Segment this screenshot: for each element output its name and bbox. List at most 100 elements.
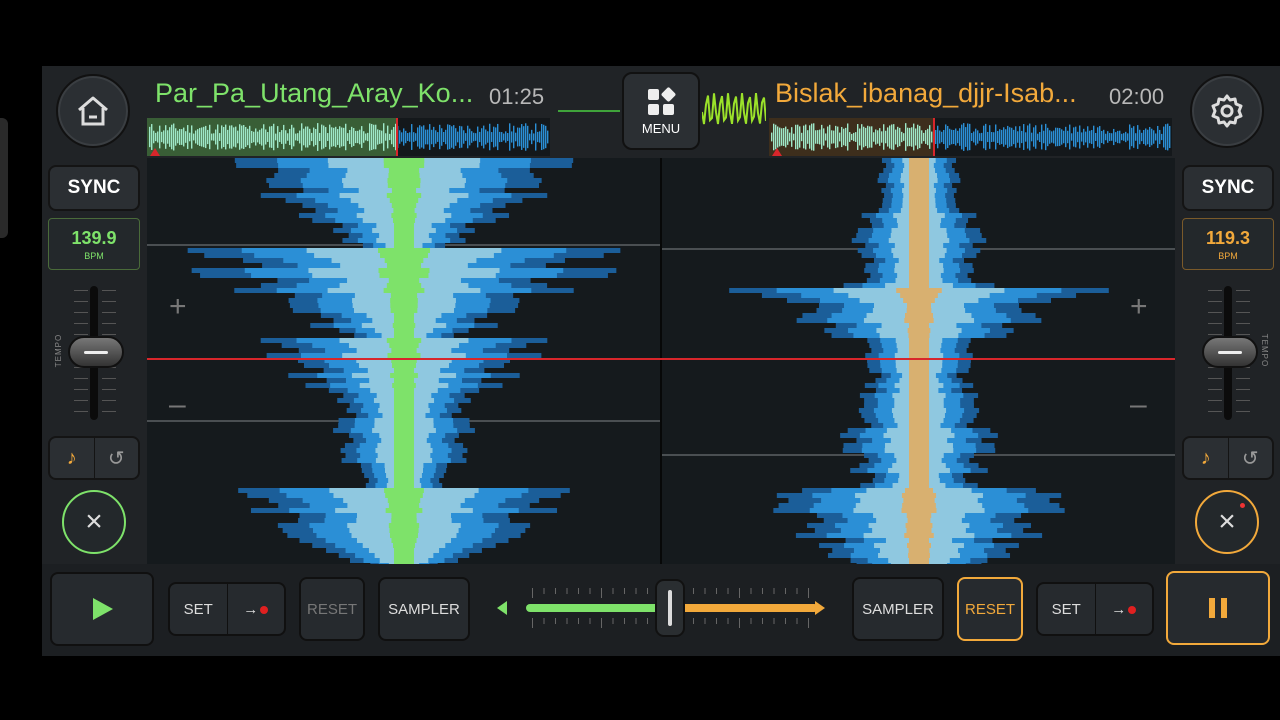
overview-bar [823, 128, 825, 146]
overview-bar [187, 125, 189, 149]
deck-b-zoom-waveform[interactable]: + – [662, 158, 1175, 564]
deck-a-cue-jump-button[interactable]: → [228, 584, 285, 634]
deck-b-pitch-plus[interactable]: + [1130, 290, 1148, 324]
overview-bar [511, 131, 513, 143]
deck-b-tempo-slider[interactable]: TEMPO [1182, 286, 1274, 426]
wave-core [909, 158, 929, 163]
overview-bar [485, 129, 487, 145]
record-arrow-icon: → [1111, 601, 1137, 618]
settings-button[interactable] [1190, 74, 1264, 148]
crossfader-tick [647, 588, 648, 594]
wave-core [387, 498, 421, 503]
deck-a-play-button[interactable] [50, 572, 154, 646]
wave-core [909, 363, 929, 368]
overview-bar [1145, 128, 1147, 146]
deck-b-track-title[interactable]: Bislak_ibanag_djjr-Isab... [775, 78, 1105, 109]
deck-a-tempo-knob[interactable] [68, 336, 124, 368]
deck-a-overview-waveform[interactable] [147, 118, 550, 156]
overview-bar [359, 129, 361, 145]
deck-b-sync-button[interactable]: SYNC [1182, 165, 1274, 211]
overview-bar [1065, 126, 1067, 148]
overview-bar [797, 124, 799, 150]
overview-bar [1169, 125, 1171, 149]
deck-a-sync-button[interactable]: SYNC [48, 165, 140, 211]
wave-core [909, 418, 929, 423]
deck-a-tempo-slider[interactable]: TEMPO [48, 286, 140, 426]
overview-bar [811, 123, 813, 151]
crossfader-tick [693, 618, 694, 624]
overview-bar [537, 131, 539, 143]
deck-a-bpm-display[interactable]: 139.9 BPM [48, 218, 140, 270]
deck-a-sampler-button[interactable]: SAMPLER [378, 577, 470, 641]
deck-a-reset-pitch-button[interactable]: ↺ [95, 438, 139, 478]
wave-core [909, 478, 929, 483]
wave-core [909, 263, 929, 268]
overview-bar [155, 132, 157, 142]
deck-b-tempo-knob[interactable] [1202, 336, 1258, 368]
deck-b-cue-jump-button[interactable]: → [1096, 584, 1153, 634]
deck-a-eject-button[interactable]: × [62, 490, 126, 554]
wave-core [394, 393, 414, 398]
overview-bar [1093, 125, 1095, 149]
tempo-tick [74, 334, 88, 335]
deck-a-pitch-minus[interactable]: – [169, 388, 186, 422]
deck-b-reset-button[interactable]: RESET [957, 577, 1023, 641]
wave-core [393, 208, 415, 213]
overview-bar [171, 124, 173, 150]
crossfader[interactable] [524, 578, 824, 638]
deck-b-overview-svg [769, 118, 1171, 156]
deck-b-pitch-minus[interactable]: – [1130, 388, 1147, 422]
deck-a-set-button[interactable]: SET [170, 584, 228, 634]
wave-core [900, 293, 938, 298]
nudge-right-button[interactable] [814, 600, 826, 621]
overview-playhead [933, 118, 935, 156]
overview-bar [1023, 124, 1025, 150]
deck-b-overview-waveform[interactable] [769, 118, 1172, 156]
menu-button[interactable]: MENU [622, 72, 700, 150]
wave-core [909, 343, 929, 348]
deck-b-key-button[interactable]: ♪ [1184, 438, 1229, 478]
overview-bar [333, 127, 335, 147]
deck-a-reset-button[interactable]: RESET [299, 577, 365, 641]
overview-bar [917, 124, 919, 150]
crossfader-tick [601, 588, 602, 598]
wave-core [383, 288, 425, 293]
overview-bar [495, 127, 497, 147]
overview-bar [461, 126, 463, 148]
deck-a-pitch-plus[interactable]: + [169, 290, 187, 324]
home-button[interactable] [56, 74, 130, 148]
overview-bar [861, 124, 863, 150]
overview-bar [867, 125, 869, 149]
deck-b-eject-button[interactable]: × [1195, 490, 1259, 554]
overview-bar [939, 130, 941, 144]
overview-bar [157, 131, 159, 143]
overview-bar [1083, 128, 1085, 146]
overview-bar [1015, 126, 1017, 148]
deck-a-track-title[interactable]: Par_Pa_Utang_Aray_Ko... [155, 78, 485, 109]
deck-b-bpm-display[interactable]: 119.3 BPM [1182, 218, 1274, 270]
deck-a-zoom-waveform[interactable]: + – [147, 158, 660, 564]
deck-a-key-button[interactable]: ♪ [50, 438, 95, 478]
overview-bar [417, 127, 419, 147]
overview-bar [249, 125, 251, 149]
deck-b-sampler-button[interactable]: SAMPLER [852, 577, 944, 641]
deck-b-reset-pitch-button[interactable]: ↺ [1229, 438, 1273, 478]
wave-core [909, 178, 929, 183]
wave-core [384, 258, 424, 263]
tempo-tick [1236, 389, 1250, 390]
overview-bar [967, 123, 969, 151]
nudge-left-button[interactable] [496, 600, 508, 621]
overview-bar [959, 128, 961, 146]
wave-core [391, 518, 417, 523]
deck-b-set-button[interactable]: SET [1038, 584, 1096, 634]
overview-bar [477, 126, 479, 148]
overview-bar [965, 127, 967, 147]
overview-bar [781, 128, 783, 146]
wave-core [896, 288, 942, 293]
overview-bar [425, 129, 427, 145]
wave-core [909, 253, 929, 258]
deck-a-level-line [558, 110, 620, 112]
deck-b-pause-button[interactable] [1166, 571, 1270, 645]
overview-bar [1101, 131, 1103, 143]
overview-bar [471, 131, 473, 143]
